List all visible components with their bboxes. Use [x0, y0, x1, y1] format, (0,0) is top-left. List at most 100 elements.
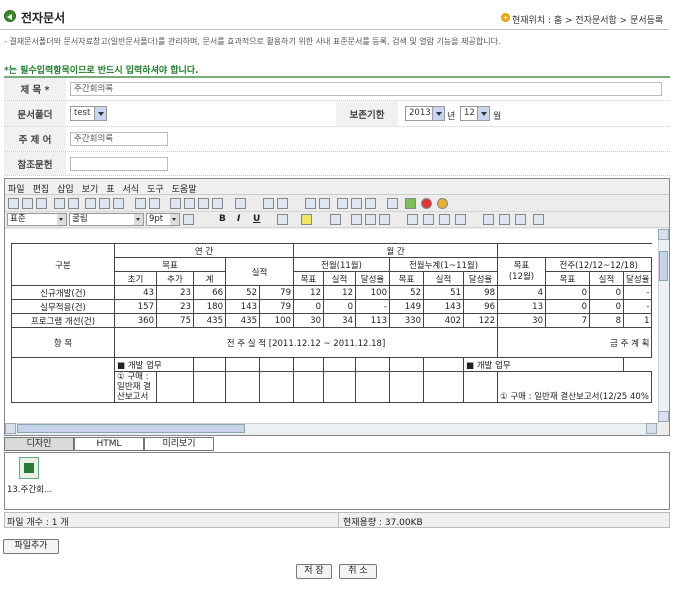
- add-file-button[interactable]: 파일추가: [3, 539, 59, 554]
- bold-icon[interactable]: B: [219, 214, 226, 224]
- header-rate-w: 달성율: [622, 271, 653, 286]
- month-select[interactable]: 12: [460, 106, 490, 121]
- editor-vertical-scrollbar[interactable]: [658, 229, 669, 423]
- outdent-icon[interactable]: [423, 214, 434, 225]
- align-center-icon[interactable]: [365, 214, 376, 225]
- menu-edit[interactable]: 편집: [30, 179, 55, 195]
- font-color-icon[interactable]: [277, 214, 288, 225]
- no-entry-icon[interactable]: [421, 198, 432, 209]
- ref-row: 참조문헌: [4, 152, 670, 176]
- cancel-button[interactable]: 취 소: [339, 564, 377, 579]
- table-prop-icon[interactable]: [483, 214, 494, 225]
- style-select[interactable]: 표준: [7, 213, 67, 226]
- new-doc-icon[interactable]: [8, 198, 19, 209]
- save-icon[interactable]: [36, 198, 47, 209]
- title-row: 제 목 * 주간회의록: [4, 78, 670, 101]
- menu-view[interactable]: 보기: [79, 179, 104, 195]
- dev-work-left: ■ 개발 업무: [114, 357, 194, 372]
- purchase-right: ① 구매 : 일반재 결산보고서(12/25 40%: [496, 371, 653, 403]
- select-all-icon[interactable]: [212, 198, 223, 209]
- tab-design[interactable]: 디자인: [4, 437, 74, 451]
- ref-input[interactable]: [70, 157, 168, 171]
- horizontal-scroll-thumb[interactable]: [17, 424, 245, 433]
- row-insert-icon[interactable]: [263, 198, 274, 209]
- attachment-filename[interactable]: 13.주간회...: [7, 483, 52, 495]
- underline-icon[interactable]: U: [253, 214, 260, 224]
- chevron-down-icon: [134, 214, 143, 225]
- eraser-icon[interactable]: [330, 214, 341, 225]
- picture-icon[interactable]: [405, 198, 416, 209]
- editor-document[interactable]: 구분 연 간월 간 목표 실적 전월(11월) 전월누계(1~11월) 목표 (12월) 전…: [5, 229, 658, 423]
- excel-file-icon[interactable]: [19, 457, 39, 479]
- replace-icon[interactable]: [184, 198, 195, 209]
- special-char-icon[interactable]: [365, 198, 376, 209]
- col-insert-icon[interactable]: [277, 198, 288, 209]
- indent-icon[interactable]: [407, 214, 418, 225]
- bullet-list-icon[interactable]: [439, 214, 450, 225]
- align-left-icon[interactable]: [351, 214, 362, 225]
- find-icon[interactable]: [170, 198, 181, 209]
- line-height-icon[interactable]: [183, 214, 194, 225]
- attachment-list: 13.주간회...: [4, 452, 670, 510]
- media-icon[interactable]: [437, 198, 448, 209]
- file-size: 현재용량 : 37.00KB: [343, 518, 423, 528]
- breadcrumb: 현재위치 : 홈 > 전자문서함 > 문서등록: [512, 16, 664, 26]
- header-actual: 실적: [225, 257, 294, 286]
- cell-prop-icon[interactable]: [499, 214, 510, 225]
- chevron-down-icon: [477, 107, 489, 120]
- scroll-up-icon[interactable]: [658, 229, 669, 240]
- menu-tools[interactable]: 도구: [144, 179, 169, 195]
- header-actual-c: 실적: [423, 271, 464, 286]
- menu-insert[interactable]: 삽입: [54, 179, 79, 195]
- undo-icon[interactable]: [135, 198, 146, 209]
- open-icon[interactable]: [22, 198, 33, 209]
- split-icon[interactable]: [319, 198, 330, 209]
- merge-icon[interactable]: [305, 198, 316, 209]
- tab-html[interactable]: HTML: [74, 437, 144, 451]
- paste-icon[interactable]: [113, 198, 124, 209]
- grid-icon[interactable]: [533, 214, 544, 225]
- number-list-icon[interactable]: [455, 214, 466, 225]
- header-prev-month: 전월(11월): [293, 257, 390, 272]
- table-row: 실무적용(건) 157 23 180 143 79 0 0-149 143 96 13 0 0-: [11, 299, 653, 314]
- header-target-m: 목표: [293, 271, 324, 286]
- italic-icon[interactable]: I: [237, 214, 240, 224]
- highlight-icon[interactable]: [301, 214, 312, 225]
- header-total: 계: [193, 271, 226, 286]
- row-prop-icon[interactable]: [515, 214, 526, 225]
- preview-icon[interactable]: [68, 198, 79, 209]
- vertical-scroll-thumb[interactable]: [659, 251, 668, 281]
- font-select[interactable]: 굴림: [69, 213, 144, 226]
- menu-format[interactable]: 서식: [120, 179, 145, 195]
- menu-file[interactable]: 파일: [5, 179, 30, 195]
- year-select[interactable]: 2013: [405, 106, 445, 121]
- table-insert-icon[interactable]: [235, 198, 246, 209]
- chevron-down-icon: [94, 107, 106, 120]
- image-icon[interactable]: [351, 198, 362, 209]
- cut-icon[interactable]: [85, 198, 96, 209]
- header-rate-m: 달성율: [355, 271, 390, 286]
- scroll-down-icon[interactable]: [658, 411, 669, 422]
- scroll-left-icon[interactable]: [5, 423, 16, 434]
- folder-select[interactable]: test: [70, 106, 107, 121]
- header-divider: [0, 29, 668, 30]
- spell-icon[interactable]: [198, 198, 209, 209]
- purchase-left: ① 구매 : 일반재 결 산보고서: [114, 371, 157, 403]
- size-select[interactable]: 9pt: [146, 213, 180, 226]
- hr-icon[interactable]: [337, 198, 348, 209]
- copy-icon[interactable]: [99, 198, 110, 209]
- chevron-down-icon: [170, 214, 179, 225]
- menu-table[interactable]: 표: [103, 179, 119, 195]
- title-input[interactable]: 주간회의록: [70, 82, 662, 96]
- save-button[interactable]: 저 장: [296, 564, 332, 579]
- menu-help[interactable]: 도움말: [169, 179, 202, 195]
- back-arrow-icon: [4, 10, 16, 22]
- tab-preview[interactable]: 미리보기: [144, 437, 214, 451]
- subject-input[interactable]: 주간회의록: [70, 132, 168, 146]
- link-icon[interactable]: [387, 198, 398, 209]
- scroll-right-icon[interactable]: [646, 423, 657, 434]
- print-icon[interactable]: [54, 198, 65, 209]
- redo-icon[interactable]: [149, 198, 160, 209]
- editor-horizontal-scrollbar[interactable]: [5, 423, 658, 434]
- align-right-icon[interactable]: [379, 214, 390, 225]
